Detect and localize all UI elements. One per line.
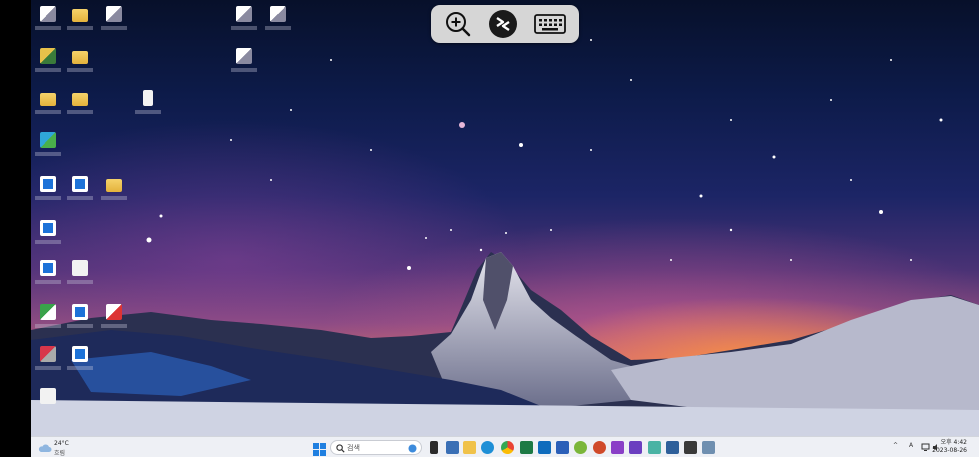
desktop-icon[interactable] bbox=[67, 46, 93, 72]
remote-desktop-icon bbox=[489, 10, 517, 38]
desktop-icon[interactable] bbox=[37, 386, 59, 408]
chrome-button[interactable] bbox=[501, 441, 514, 454]
powerpoint-button[interactable] bbox=[593, 441, 606, 454]
app-dark-button[interactable] bbox=[684, 441, 697, 454]
remote-desktop-button[interactable] bbox=[488, 9, 518, 39]
screen: 24°C 흐림 검색 ^ A 오후 4:42 2023-08-26 bbox=[0, 0, 979, 457]
desktop-icon[interactable] bbox=[231, 46, 257, 72]
search-placeholder: 검색 bbox=[347, 444, 360, 452]
desktop-icon[interactable] bbox=[35, 258, 61, 284]
clock-date: 2023-08-26 bbox=[932, 447, 967, 454]
desktop-icon[interactable] bbox=[265, 4, 291, 30]
desktop-icon[interactable] bbox=[67, 88, 93, 114]
desktop-icon[interactable] bbox=[67, 174, 93, 200]
edge-button[interactable] bbox=[481, 441, 494, 454]
task-view-button[interactable] bbox=[430, 441, 438, 454]
weather-widget[interactable]: 24°C 흐림 bbox=[37, 439, 97, 457]
desktop[interactable] bbox=[31, 0, 979, 436]
taskbar: 24°C 흐림 검색 ^ A 오후 4:42 2023-08-26 bbox=[31, 436, 979, 457]
desktop-icon[interactable] bbox=[101, 302, 127, 328]
network-icon[interactable] bbox=[921, 443, 930, 452]
app-green-button[interactable] bbox=[574, 441, 587, 454]
desktop-icon[interactable] bbox=[35, 174, 61, 200]
desktop-icon[interactable] bbox=[101, 4, 127, 30]
wallpaper-mountains bbox=[31, 252, 979, 436]
desktop-icon[interactable] bbox=[67, 258, 93, 284]
mail-app-button[interactable] bbox=[446, 441, 459, 454]
weather-temp: 24°C bbox=[54, 440, 69, 447]
taskbar-clock[interactable]: 오후 4:42 2023-08-26 bbox=[932, 439, 967, 455]
excel-button[interactable] bbox=[520, 441, 533, 454]
start-button[interactable] bbox=[313, 441, 326, 456]
search-highlight-icon bbox=[408, 444, 417, 453]
input-language[interactable]: A bbox=[909, 442, 913, 449]
visual-studio-button[interactable] bbox=[611, 441, 624, 454]
tray-chevron-icon[interactable]: ^ bbox=[893, 442, 898, 449]
zoom-in-icon bbox=[446, 12, 471, 37]
app-blue-button[interactable] bbox=[666, 441, 679, 454]
desktop-icon[interactable] bbox=[35, 344, 61, 370]
app-teal-button[interactable] bbox=[648, 441, 661, 454]
remote-toolbar bbox=[431, 5, 579, 43]
app-misc-button[interactable] bbox=[702, 441, 715, 454]
desktop-icon[interactable] bbox=[101, 174, 127, 200]
desktop-icon[interactable] bbox=[35, 302, 61, 328]
zoom-in-button[interactable] bbox=[443, 9, 473, 39]
clock-time: 오후 4:42 bbox=[940, 439, 967, 446]
weather-condition: 흐림 bbox=[54, 450, 66, 457]
desktop-icon[interactable] bbox=[135, 88, 161, 114]
search-icon bbox=[336, 444, 345, 453]
visual-studio-2-button[interactable] bbox=[629, 441, 642, 454]
word-button[interactable] bbox=[556, 441, 569, 454]
file-explorer-button[interactable] bbox=[463, 441, 476, 454]
desktop-icon[interactable] bbox=[35, 218, 61, 244]
keyboard-button[interactable] bbox=[533, 9, 567, 39]
desktop-icon[interactable] bbox=[35, 130, 61, 156]
outlook-button[interactable] bbox=[538, 441, 551, 454]
desktop-icon[interactable] bbox=[231, 4, 257, 30]
desktop-icon[interactable] bbox=[67, 302, 93, 328]
cloud-icon bbox=[38, 444, 52, 452]
keyboard-icon bbox=[534, 14, 566, 34]
desktop-icon[interactable] bbox=[35, 46, 61, 72]
windows-icon bbox=[313, 443, 326, 456]
taskbar-search[interactable]: 검색 bbox=[330, 440, 422, 455]
desktop-icon[interactable] bbox=[67, 4, 93, 30]
desktop-icon[interactable] bbox=[35, 88, 61, 114]
desktop-icon[interactable] bbox=[35, 4, 61, 30]
desktop-icon[interactable] bbox=[67, 344, 93, 370]
